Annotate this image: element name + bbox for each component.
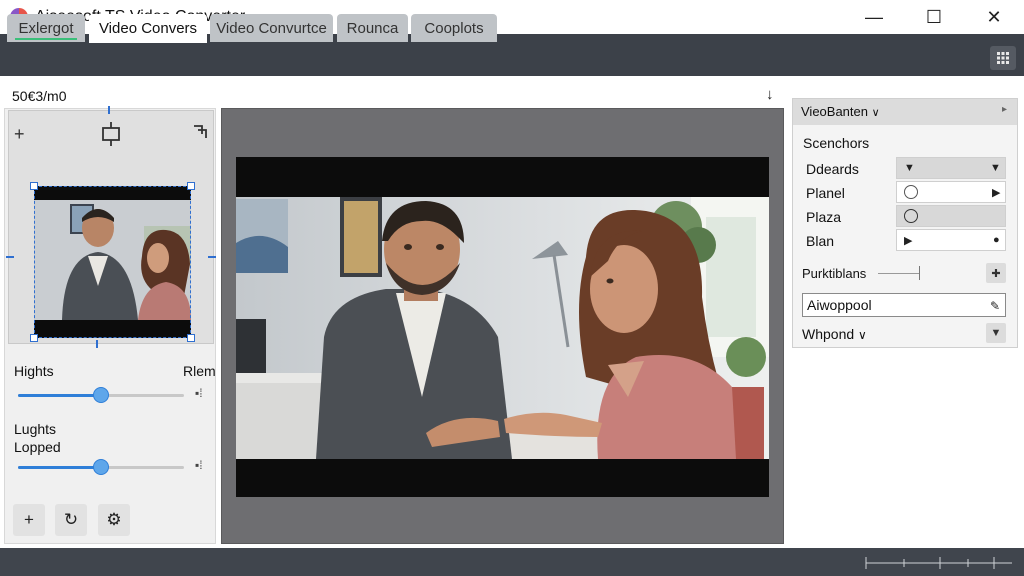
- slider-fill: [18, 394, 101, 397]
- purktiblans-slider-track[interactable]: [878, 273, 920, 274]
- dropdown-label-text: Whpond: [802, 326, 855, 342]
- caret-down-icon: ▼: [990, 327, 1002, 339]
- crop-edge-tick-top: [108, 106, 110, 114]
- crop-handle-bottom-right[interactable]: [187, 334, 195, 342]
- hights-slider[interactable]: [18, 387, 184, 403]
- caret-down-icon: ▼: [904, 162, 915, 174]
- dot-icon: ●: [993, 234, 1000, 246]
- tab-label: Cooplots: [424, 19, 484, 37]
- caret-down-icon: ▼: [990, 162, 1001, 174]
- caret-right-icon: ▶: [904, 235, 913, 247]
- grid-menu-button[interactable]: [990, 46, 1016, 70]
- radio-icon[interactable]: [904, 209, 918, 223]
- video-preview[interactable]: [236, 197, 769, 459]
- crop-handle-bottom-left[interactable]: [30, 334, 38, 342]
- pencil-icon[interactable]: ✎: [990, 299, 1000, 313]
- tab-exlergot[interactable]: Exlergot: [7, 14, 85, 42]
- timeline-ticks-icon: [865, 557, 1012, 569]
- crop-frame-icon[interactable]: [100, 122, 122, 146]
- tab-label: Exlergot: [18, 19, 74, 37]
- panel-scroll-arrow-icon[interactable]: ▸: [1002, 104, 1007, 115]
- crop-handle-top-right[interactable]: [187, 182, 195, 190]
- slider-right-label: Rlem: [183, 363, 216, 379]
- lughts-slider[interactable]: [18, 459, 184, 475]
- name-input[interactable]: Aiwoppool: [802, 293, 1006, 317]
- chevron-down-icon: ∨: [871, 107, 880, 119]
- slider-options-icon[interactable]: ▪⁞: [195, 458, 203, 472]
- crop-handle-top-left[interactable]: [30, 182, 38, 190]
- refresh-icon: ↻: [63, 510, 79, 529]
- section-label: Scenchors: [803, 135, 870, 151]
- slider-fill: [18, 466, 101, 469]
- tab-label: Video Convurtce: [216, 19, 327, 37]
- slider-label-lughts: Lughts Lopped: [14, 421, 61, 455]
- properties-header-label[interactable]: VieoBanten ∨: [801, 104, 880, 119]
- header-title: VieoBanten: [801, 104, 868, 119]
- video-scene: [236, 197, 769, 459]
- row-label-planel: Planel: [806, 185, 845, 201]
- whpond-dropdown-label[interactable]: Whpond ∨: [802, 326, 867, 342]
- whpond-dropdown-button[interactable]: ▼: [986, 323, 1006, 343]
- minimize-button[interactable]: —: [844, 0, 904, 34]
- row-label-ddeards: Ddeards: [806, 161, 859, 177]
- slider-thumb[interactable]: [93, 459, 109, 475]
- reset-button[interactable]: ↻: [55, 504, 87, 536]
- plus-icon: +: [24, 510, 34, 529]
- maximize-button[interactable]: ☐: [904, 0, 964, 34]
- blan-field[interactable]: [896, 229, 1006, 251]
- caret-right-icon: ▶: [992, 187, 1001, 199]
- tab-rounca[interactable]: Rounca: [337, 14, 408, 42]
- rotate-corner-icon[interactable]: [192, 124, 208, 140]
- row-label-plaza: Plaza: [806, 209, 842, 225]
- slider-options-icon[interactable]: ▪⁞: [195, 386, 203, 400]
- purktiblans-slider-thumb[interactable]: [919, 266, 920, 280]
- settings-icon: ⚙: [106, 510, 122, 529]
- tab-video-convers[interactable]: Video Convers: [89, 14, 207, 43]
- row-label-blan: Blan: [806, 233, 835, 249]
- crop-edge-tick-right: [208, 256, 216, 258]
- tab-active-underline: [15, 38, 77, 40]
- adjust-button[interactable]: ⚙: [98, 504, 130, 536]
- crop-edge-tick-left: [6, 256, 14, 258]
- close-button[interactable]: ✕: [964, 0, 1024, 34]
- purktiblans-label: Purktiblans: [802, 266, 867, 281]
- move-plus-icon[interactable]: +: [14, 124, 25, 145]
- plus-icon: ✚: [991, 267, 1001, 280]
- crop-edge-tick-bottom: [96, 340, 98, 348]
- tab-label: Rounca: [346, 19, 399, 37]
- tab-cooplots[interactable]: Cooplots: [411, 14, 497, 42]
- add-button[interactable]: +: [13, 504, 45, 536]
- slider-label-hights: Hights: [14, 363, 54, 379]
- crop-selection-box[interactable]: [34, 186, 191, 338]
- tab-label: Video Convers: [98, 20, 198, 37]
- zoom-readout: 50€3/m0: [12, 88, 67, 104]
- chevron-down-icon: ∨: [858, 328, 867, 342]
- radio-icon[interactable]: [904, 185, 918, 199]
- download-icon[interactable]: ↓: [766, 86, 774, 103]
- grid-icon: [997, 52, 1009, 64]
- add-icon-button[interactable]: ✚: [986, 263, 1006, 283]
- tab-video-convurtce[interactable]: Video Convurtce: [210, 14, 333, 42]
- slider-thumb[interactable]: [93, 387, 109, 403]
